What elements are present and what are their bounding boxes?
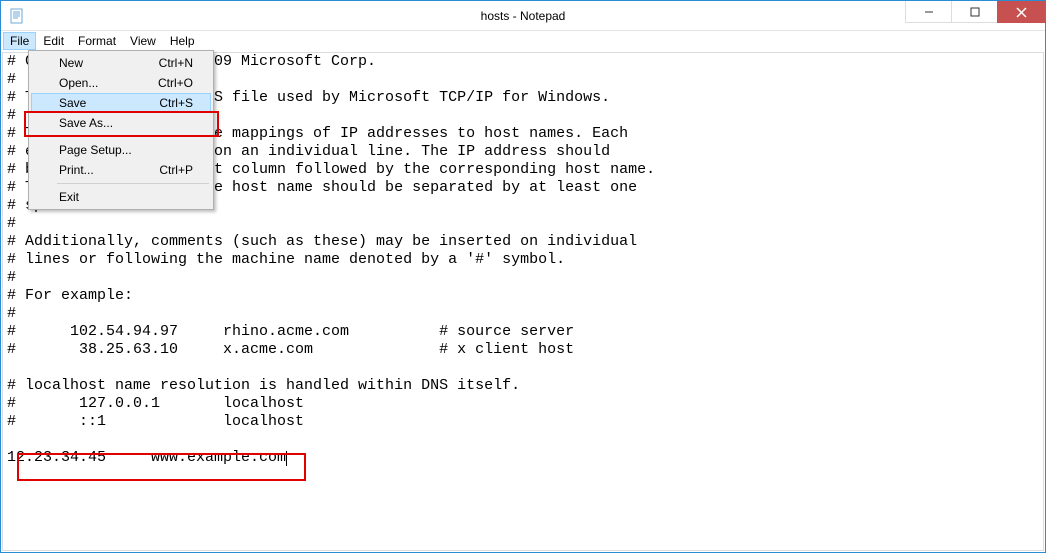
menu-item-label: Save	[59, 96, 86, 110]
menu-format[interactable]: Format	[71, 32, 123, 50]
menu-file[interactable]: File	[3, 32, 36, 50]
window-title: hosts - Notepad	[481, 9, 566, 23]
menu-item-shortcut: Ctrl+S	[159, 96, 193, 110]
menu-item-shortcut: Ctrl+O	[158, 76, 193, 90]
menu-item-label: Exit	[59, 190, 79, 204]
file-menu-new[interactable]: New Ctrl+N	[31, 53, 211, 73]
menu-help[interactable]: Help	[163, 32, 202, 50]
minimize-button[interactable]	[905, 1, 951, 23]
notepad-icon	[9, 8, 25, 24]
menu-separator	[57, 136, 209, 137]
menu-item-shortcut: Ctrl+N	[159, 56, 193, 70]
menu-item-label: Open...	[59, 76, 98, 90]
window-controls	[905, 1, 1045, 23]
menu-view[interactable]: View	[123, 32, 163, 50]
menubar: FileEditFormatViewHelp	[1, 31, 1045, 51]
menu-item-label: Print...	[59, 163, 94, 177]
menu-item-label: New	[59, 56, 83, 70]
menu-separator	[57, 183, 209, 184]
menu-edit[interactable]: Edit	[36, 32, 71, 50]
close-button[interactable]	[997, 1, 1045, 23]
menu-item-shortcut: Ctrl+P	[159, 163, 193, 177]
file-menu-open[interactable]: Open... Ctrl+O	[31, 73, 211, 93]
text-cursor	[286, 451, 287, 466]
file-menu-page-setup[interactable]: Page Setup...	[31, 140, 211, 160]
file-menu-exit[interactable]: Exit	[31, 187, 211, 207]
file-menu-dropdown: New Ctrl+N Open... Ctrl+O Save Ctrl+S Save As.…	[28, 50, 214, 210]
file-menu-save[interactable]: Save Ctrl+S	[31, 93, 211, 113]
file-menu-save-as[interactable]: Save As...	[31, 113, 211, 133]
titlebar[interactable]: hosts - Notepad	[1, 1, 1045, 31]
menu-item-label: Save As...	[59, 116, 113, 130]
file-menu-print[interactable]: Print... Ctrl+P	[31, 160, 211, 180]
menu-item-label: Page Setup...	[59, 143, 132, 157]
maximize-button[interactable]	[951, 1, 997, 23]
